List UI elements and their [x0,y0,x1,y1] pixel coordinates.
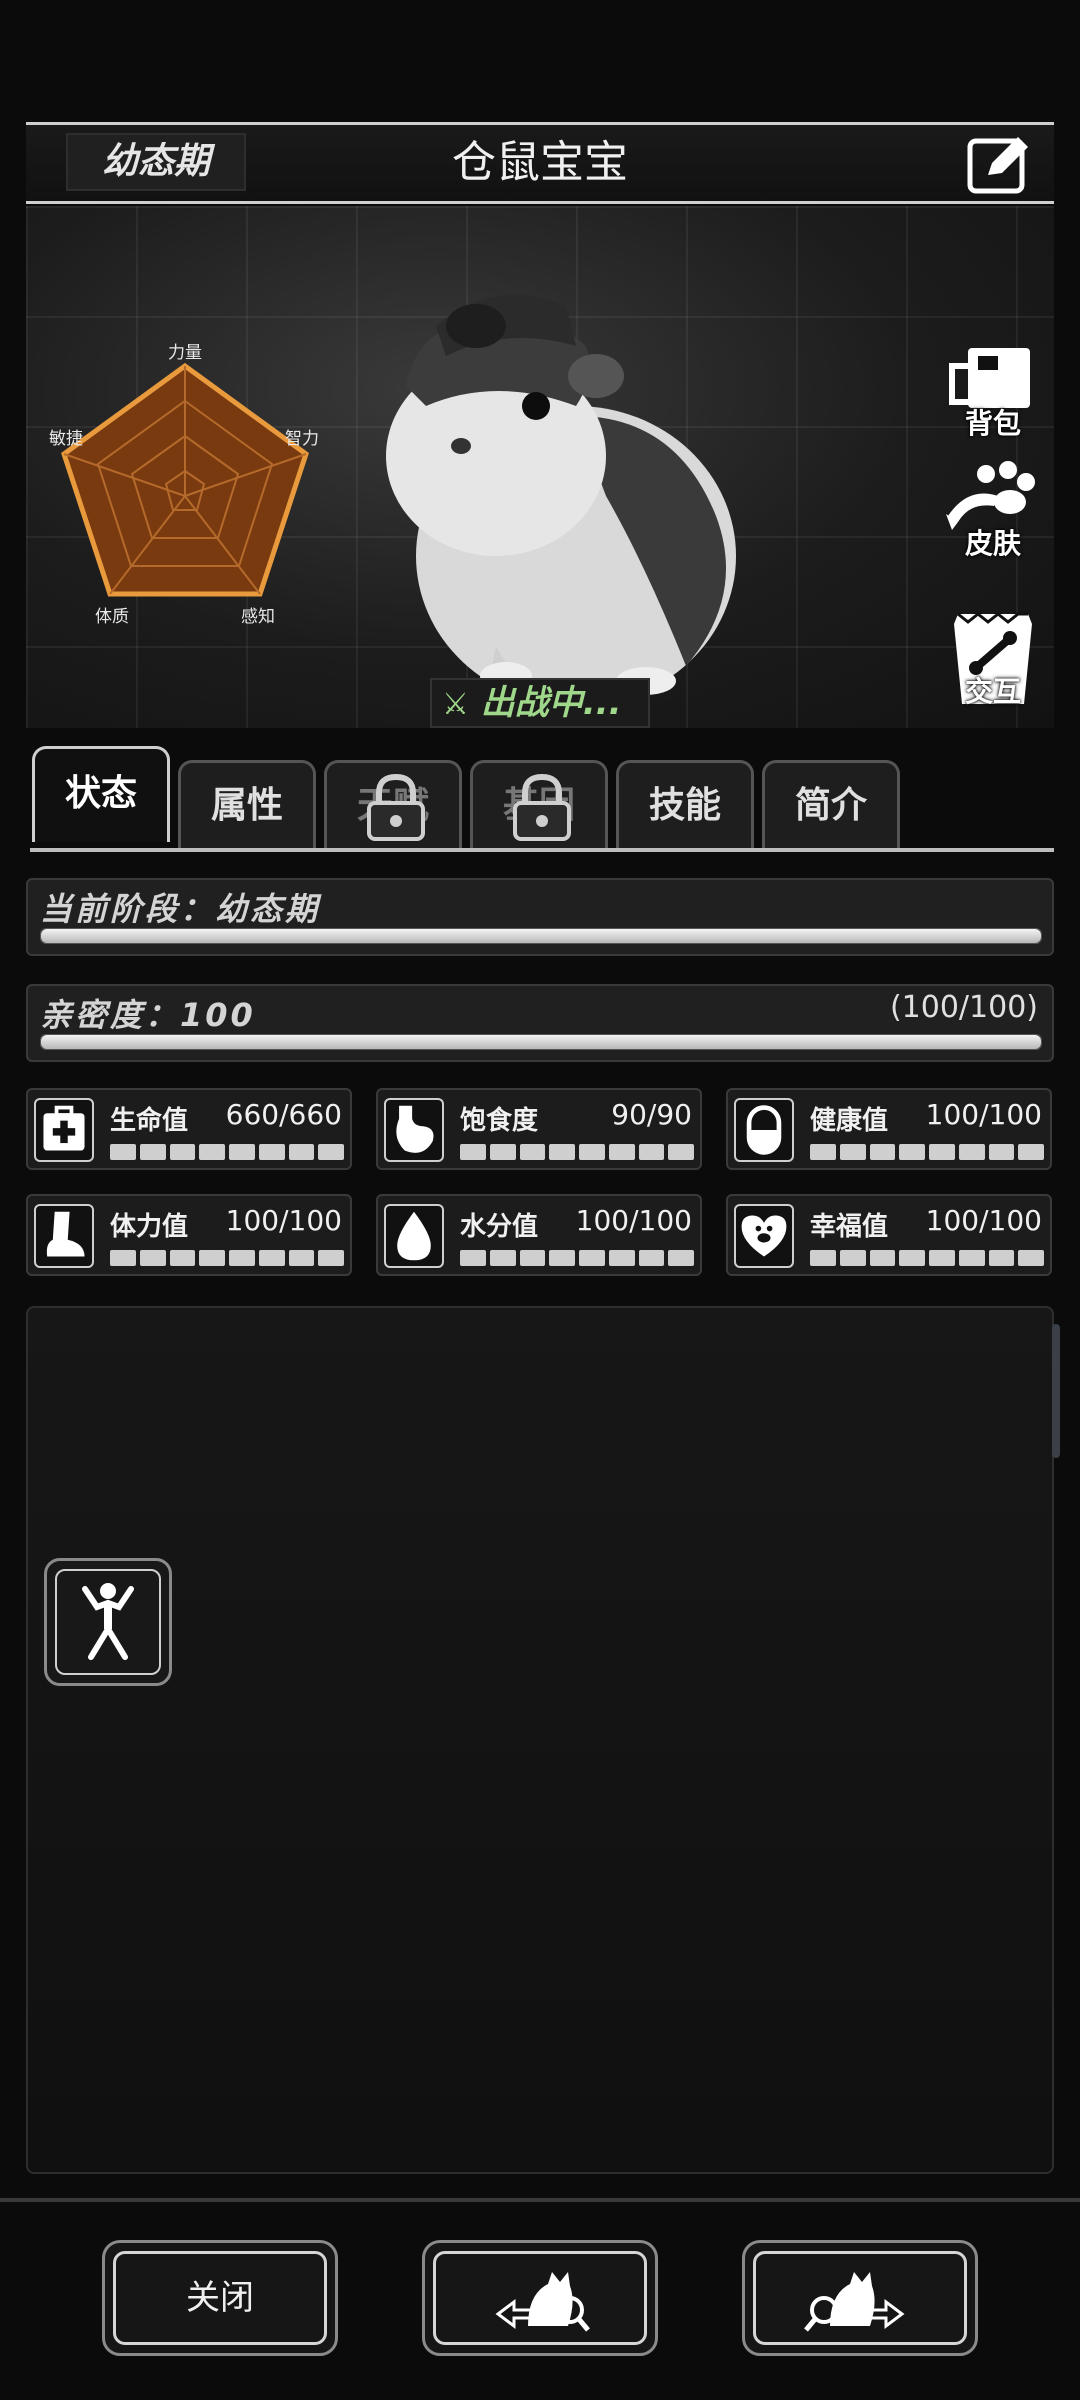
stat-card-hp[interactable]: 生命值 660/660 [26,1088,352,1170]
stat-name: 幸福值 [810,1212,889,1242]
radar-label-intelligence: 智力 [285,429,319,448]
backpack-button[interactable]: 背包 [938,336,1048,446]
skin-button[interactable]: 皮肤 [938,456,1048,566]
pill-icon [734,1098,794,1162]
prev-pet-button[interactable] [422,2240,658,2356]
tab-attributes-label: 属性 [210,785,283,826]
stat-card-satiety[interactable]: 饱食度 90/90 [376,1088,702,1170]
tab-attributes[interactable]: 属性 [178,760,316,852]
tab-intro[interactable]: 简介 [762,760,900,852]
stat-value: 660/660 [225,1098,342,1131]
next-pet-icon [804,2272,905,2332]
close-button-label: 关闭 [113,2251,327,2345]
medkit-icon [34,1098,94,1162]
stage-progress-track [40,928,1042,944]
stat-value: 100/100 [575,1204,692,1237]
interact-button[interactable]: 交互 [938,604,1048,714]
stomach-icon [384,1098,444,1162]
stat-segments [810,1250,1044,1266]
heart-paw-icon [734,1204,794,1268]
stat-value: 90/90 [611,1098,692,1131]
intimacy-title: 亲密度：100 [40,996,256,1034]
attribute-radar: 力量 智力 感知 体质 敏捷 [40,336,330,626]
stat-card-stamina[interactable]: 体力值 100/100 [26,1194,352,1276]
stat-name: 生命值 [110,1106,189,1136]
intimacy-value: (100/100) [889,990,1038,1025]
radar-label-agility: 敏捷 [49,429,83,448]
next-pet-button[interactable] [742,2240,978,2356]
radar-label-strength: 力量 [168,343,202,362]
intimacy-box: 亲密度：100 (100/100) [26,984,1054,1062]
stat-name: 体力值 [110,1212,189,1242]
stat-segments [460,1144,694,1160]
tab-skills[interactable]: 技能 [616,760,754,852]
tab-talent[interactable]: 天赋 [324,760,462,852]
tab-intro-label: 简介 [794,785,867,826]
stage-progress-title: 当前阶段：幼态期 [40,890,321,928]
stat-value: 100/100 [925,1098,1042,1131]
stat-segments [110,1250,344,1266]
radar-label-constitution: 体质 [95,607,129,626]
content-panel[interactable] [26,1306,1060,2174]
radar-label-perception: 感知 [241,607,275,626]
stat-value: 100/100 [225,1204,342,1237]
crossed-swords-icon: ⚔ [442,687,469,722]
pet-scene: 力量 智力 感知 体质 敏捷 背包 皮肤 交互 [26,206,1054,728]
pose-figure-icon [82,1583,134,1660]
stat-segments [810,1144,1044,1160]
tab-status-label: 状态 [64,773,137,814]
stat-segments [460,1250,694,1266]
edit-icon[interactable] [966,131,1036,197]
tab-gene[interactable]: 基因 [470,760,608,852]
stat-name: 水分值 [460,1212,539,1242]
prev-pet-icon [495,2272,590,2332]
pose-button-frame [55,1569,161,1675]
stage-badge: 幼态期 [66,133,246,191]
stat-card-health[interactable]: 健康值 100/100 [726,1088,1052,1170]
close-button[interactable]: 关闭 [102,2240,338,2356]
stat-value: 100/100 [925,1204,1042,1237]
tab-skills-label: 技能 [648,785,721,826]
stage-progress-box: 当前阶段：幼态期 [26,878,1054,956]
stat-segments [110,1144,344,1160]
tab-status[interactable]: 状态 [32,746,170,842]
stage-progress-fill [41,929,1041,943]
battle-status-text: 出战中... [480,683,622,723]
interact-label: 交互 [964,675,1021,708]
water-drop-icon [384,1204,444,1268]
panel-scrollbar[interactable] [1052,1324,1060,1458]
stat-card-happiness[interactable]: 幸福值 100/100 [726,1194,1052,1276]
intimacy-fill [41,1035,1041,1049]
tabs-divider [30,848,1054,852]
prev-pet-frame [433,2251,647,2345]
foot-icon [34,1204,94,1268]
footer-divider [0,2198,1080,2202]
stat-card-hydration[interactable]: 水分值 100/100 [376,1194,702,1276]
skin-label: 皮肤 [964,527,1021,560]
backpack-label: 背包 [964,407,1021,440]
stat-name: 饱食度 [460,1106,539,1136]
battle-status-badge: ⚔ 出战中... [430,678,650,728]
lock-icon [513,773,571,841]
next-pet-frame [753,2251,967,2345]
header-bar: 仓鼠宝宝 幼态期 [26,122,1054,204]
hamster-pet-image[interactable] [346,266,766,706]
lock-icon [367,773,425,841]
stat-name: 健康值 [810,1106,889,1136]
pose-button[interactable] [44,1558,172,1686]
intimacy-track [40,1034,1042,1050]
